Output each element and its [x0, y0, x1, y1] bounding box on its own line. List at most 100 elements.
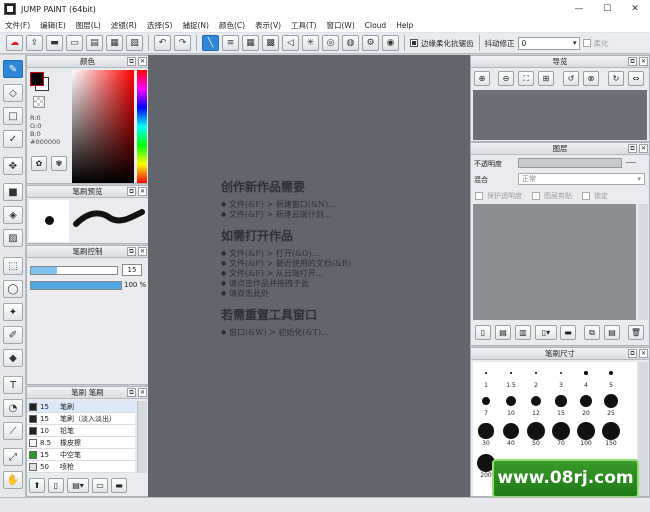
layer-folder-icon[interactable]: ▬	[560, 325, 576, 340]
snap-cross-icon[interactable]: ▩	[262, 35, 279, 51]
rotate-right-icon[interactable]: ↻	[608, 71, 624, 86]
menu-window[interactable]: 窗口(W)	[321, 20, 359, 31]
brush-size-option[interactable]: 20	[574, 392, 598, 417]
merge-layer-icon[interactable]: ▤	[604, 325, 620, 340]
minimize-button[interactable]: —	[565, 0, 593, 18]
undock-icon[interactable]: ⧉	[127, 388, 136, 397]
brush-list-scrollbar[interactable]	[137, 401, 147, 473]
menu-tools[interactable]: 工具(T)	[286, 20, 321, 31]
blend-mode-select[interactable]: 正常 ▾	[518, 173, 645, 185]
color-history-icon[interactable]: ✾	[51, 156, 67, 171]
menu-color[interactable]: 颜色(C)	[214, 20, 250, 31]
brush-page-icon[interactable]: ▭	[92, 478, 108, 493]
hue-slider[interactable]	[137, 70, 147, 183]
new-layer-icon[interactable]: ▯	[475, 325, 491, 340]
brush-size-option[interactable]: 30	[474, 422, 498, 447]
menu-snap[interactable]: 捕捉(N)	[178, 20, 214, 31]
brush-size-option[interactable]: 150	[599, 422, 623, 447]
brush-size-value[interactable]: 15	[122, 264, 142, 276]
snap-curve-icon[interactable]: ◍	[342, 35, 359, 51]
speech-bubble-tool-icon[interactable]: ◔	[3, 399, 23, 417]
list-item[interactable]: 15 中空笔	[27, 449, 135, 461]
eraser-tool-icon[interactable]: ◇	[3, 84, 23, 102]
page-icon[interactable]: ▦	[106, 35, 123, 51]
duplicate-layer-icon[interactable]: ⧉	[584, 325, 600, 340]
stabilizer-select[interactable]: 0	[517, 36, 580, 50]
lock-checkbox[interactable]	[582, 192, 590, 200]
new-brush-icon[interactable]: ▯	[48, 478, 64, 493]
panel-close-icon[interactable]: ✕	[138, 57, 147, 66]
clip-checkbox[interactable]	[532, 192, 540, 200]
cloud-upload-icon[interactable]: ☁	[6, 35, 23, 51]
navigator-view[interactable]	[473, 90, 647, 140]
snap-parallel-icon[interactable]: ≡	[222, 35, 239, 51]
select-tool-icon[interactable]: ⬚	[3, 257, 23, 275]
undock-icon[interactable]: ⧉	[628, 57, 637, 66]
add-brush-icon[interactable]: ⬆	[29, 478, 45, 493]
rect-select-tool-icon[interactable]: □	[3, 107, 23, 125]
undock-icon[interactable]: ⧉	[628, 349, 637, 358]
protect-alpha-checkbox[interactable]	[475, 192, 483, 200]
brush-size-option[interactable]: 40	[499, 422, 523, 447]
brush-tab-1[interactable]: 笔刷	[71, 388, 86, 397]
panel-close-icon[interactable]: ✕	[639, 57, 648, 66]
brush-opacity-slider[interactable]	[30, 281, 122, 290]
gradient-tool-icon[interactable]: ▨	[3, 229, 23, 247]
move-tool-icon[interactable]: ✥	[3, 157, 23, 175]
menu-filter[interactable]: 滤镜(R)	[106, 20, 142, 31]
pen-tool-icon[interactable]: ✎	[3, 60, 23, 78]
list-item[interactable]: 15 笔刷	[27, 401, 135, 413]
menu-view[interactable]: 表示(V)	[250, 20, 286, 31]
undock-icon[interactable]: ⧉	[127, 57, 136, 66]
undock-icon[interactable]: ⧉	[628, 144, 637, 153]
brush-size-option[interactable]: 10	[499, 392, 523, 417]
brush-size-option[interactable]: 3	[549, 364, 573, 389]
comment-icon[interactable]: ▬	[46, 35, 63, 51]
delete-layer-icon[interactable]: 🗑	[628, 325, 644, 340]
brush-size-option[interactable]: 25	[599, 392, 623, 417]
list-item[interactable]: 15 笔刷（淡入淡出）	[27, 413, 135, 425]
menu-select[interactable]: 选择(S)	[142, 20, 178, 31]
chat-icon[interactable]: ▭	[66, 35, 83, 51]
brush-size-option[interactable]: 50	[524, 422, 548, 447]
new-raster-layer-icon[interactable]: ▤	[495, 325, 511, 340]
panel-close-icon[interactable]: ✕	[138, 187, 147, 196]
zoom-out-icon[interactable]: ⊖	[498, 71, 514, 86]
flip-icon[interactable]: ⇔	[628, 71, 644, 86]
antialias-checkbox[interactable]	[410, 39, 418, 47]
foreground-color[interactable]	[30, 72, 44, 86]
undock-icon[interactable]: ⧉	[127, 247, 136, 256]
check-tool-icon[interactable]: ✓	[3, 130, 23, 148]
menu-layer[interactable]: 图层(L)	[71, 20, 106, 31]
brush-size-slider[interactable]	[30, 266, 118, 275]
brush-size-option[interactable]: 5	[599, 364, 623, 389]
panel-close-icon[interactable]: ✕	[138, 388, 147, 397]
list-item[interactable]: 50 喷枪	[27, 461, 135, 473]
fit-icon[interactable]: ⛶	[518, 71, 534, 86]
layer-menu-icon[interactable]: ▯▾	[535, 325, 557, 340]
actual-size-icon[interactable]: ⊞	[538, 71, 554, 86]
snap-settings-icon[interactable]: ⚙	[362, 35, 379, 51]
soften-checkbox[interactable]	[582, 39, 591, 47]
menu-help[interactable]: Help	[391, 21, 418, 30]
close-button[interactable]: ✕	[621, 0, 649, 18]
text-tool-icon[interactable]: T	[3, 376, 23, 394]
menu-cloud[interactable]: Cloud	[360, 21, 391, 30]
new-halftone-layer-icon[interactable]: ▥	[515, 325, 531, 340]
menu-file[interactable]: 文件(F)	[0, 20, 35, 31]
palette-icon[interactable]: ✿	[31, 156, 47, 171]
undock-icon[interactable]: ⧉	[127, 187, 136, 196]
select-eraser-tool-icon[interactable]: ◆	[3, 349, 23, 367]
panel-close-icon[interactable]: ✕	[138, 247, 147, 256]
hand-tool-icon[interactable]: ✋	[3, 471, 23, 489]
panel-close-icon[interactable]: ✕	[639, 349, 648, 358]
brush-size-option[interactable]: 100	[574, 422, 598, 447]
brush-size-option[interactable]: 1.5	[499, 364, 523, 389]
select-pen-tool-icon[interactable]: ✐	[3, 326, 23, 344]
brush-folder-icon[interactable]: ▬	[111, 478, 127, 493]
document-icon[interactable]: ▤	[86, 35, 103, 51]
rotate-left-icon[interactable]: ↺	[563, 71, 579, 86]
brush-size-option[interactable]: 4	[574, 364, 598, 389]
panel-close-icon[interactable]: ✕	[639, 144, 648, 153]
layer-opacity-slider[interactable]	[518, 158, 622, 168]
